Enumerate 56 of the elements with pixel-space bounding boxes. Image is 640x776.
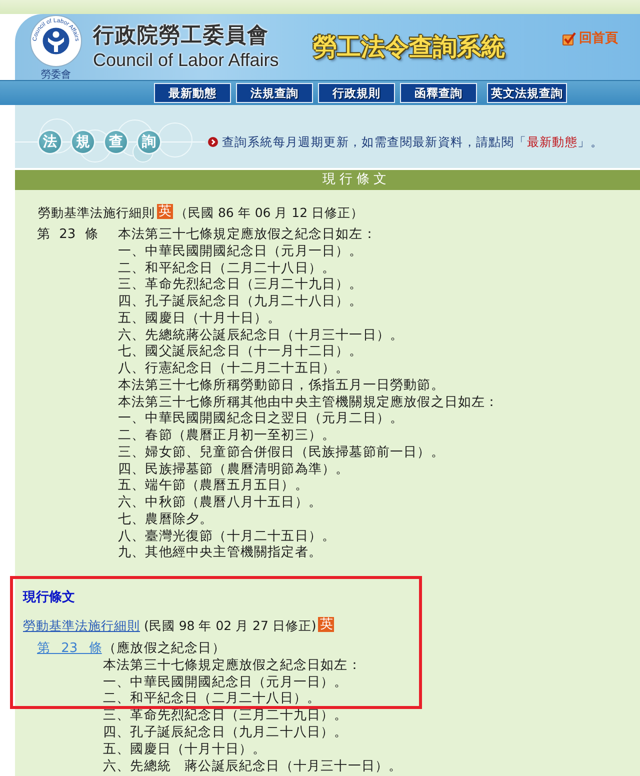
article-text-line: 五、國慶日（十月十日）。 — [118, 310, 282, 328]
article-text-line: 六、先總統 蔣公誕辰紀念日（十月三十一日）。 — [103, 758, 402, 776]
article-text-line: 八、臺灣光復節（十月二十五日）。 — [118, 528, 337, 545]
amendment-date: (民國 98 年 02 月 27 日修正) — [144, 617, 316, 634]
update-notice: 查詢系統每月週期更新，如需查閱最新資料，請點閱「最新動態」。 — [222, 134, 604, 150]
article-text-line: 四、孔子誕辰紀念日（九月二十八日）。 — [118, 294, 364, 311]
article-text-line: 本法第三十七條所稱勞動節日，係指五月一日勞動節。 — [118, 378, 446, 394]
nav-button[interactable]: 英文法規查詢 — [487, 83, 567, 103]
english-version-badge[interactable]: 英 — [318, 616, 334, 632]
article-number: 第 23 條 — [37, 227, 98, 242]
article-text-line: 六、先總統蔣公誕辰紀念日（十月三十一日）。 — [118, 328, 405, 344]
article-text-line: 三、革命先烈紀念日（三月二十九日）。 — [103, 708, 349, 725]
article-text-line: 二、春節（農曆正月初一至初三）。 — [118, 428, 337, 445]
nav-button[interactable]: 法規查詢 — [236, 83, 313, 103]
article-text-line: 八、行憲紀念日（十二月二十五日）。 — [118, 361, 350, 378]
heading-character-badge: 查 — [105, 131, 127, 153]
article-text-line: 六、中秋節（農曆八月十五日）。 — [118, 495, 323, 512]
amendment-date: （民國 86 年 06 月 12 日修正） — [175, 204, 364, 221]
latest-news-link[interactable]: 最新動態 — [526, 135, 578, 149]
article-text-line: 四、孔子誕辰紀念日（九月二十八日）。 — [103, 724, 349, 742]
system-title: 勞工法令查詢系統 — [312, 32, 505, 62]
regulation-title-link[interactable]: 勞動基準法施行細則 — [23, 617, 140, 634]
heading-character-badge: 詢 — [138, 131, 160, 153]
nav-button[interactable]: 最新動態 — [154, 83, 231, 103]
article-text-line: 本法第三十七條規定應放假之紀念日如左： — [118, 227, 378, 244]
article-text-line: 本法第三十七條所稱其他由中央主管機關規定應放假之日如左： — [118, 394, 499, 411]
org-name-english: Council of Labor Affairs — [93, 49, 279, 71]
article-text-line: 四、民族掃墓節（農曆清明節為準）。 — [118, 462, 350, 478]
article-text-line: 七、國父誕辰紀念日（十一月十二日）。 — [118, 344, 364, 361]
article-text-line: （應放假之紀念日） — [103, 641, 226, 658]
article-text-line: 一、中華民國開國紀念日（元月一日）。 — [103, 674, 349, 691]
heading-character-badge: 法 — [39, 131, 61, 153]
article-text-line: 一、中華民國開國紀念日（元月一日）。 — [118, 244, 364, 260]
nav-button[interactable]: 函釋查詢 — [400, 83, 477, 103]
article-text-line: 七、農曆除夕。 — [118, 512, 214, 528]
article-text-line: 五、國慶日（十月十日）。 — [103, 742, 268, 759]
article-text-line: 五、端午節（農曆五月五日）。 — [118, 478, 310, 495]
article-text-line: 本法第三十七條規定應放假之紀念日如左： — [103, 658, 362, 675]
regulation-title: 勞動基準法施行細則 — [38, 204, 155, 221]
article-text-line: 二、和平紀念日（二月二十八日）。 — [103, 691, 322, 708]
article-number-link[interactable]: 第 23 條 — [37, 641, 102, 656]
logo-emblem-icon — [30, 15, 82, 67]
english-version-badge[interactable]: 英 — [157, 204, 173, 218]
nav-button[interactable]: 行政規則 — [318, 83, 395, 103]
org-name: 行政院勞工委員會 — [93, 23, 270, 47]
section-heading: 現行條文 — [23, 589, 76, 606]
heading-character-badge: 規 — [72, 131, 94, 153]
logo-caption: 勞委會 — [41, 70, 71, 79]
article-text-line: 三、婦女節、兒童節合併假日（民族掃墓節前一日）。 — [118, 444, 446, 462]
article-text-line: 九、其他經中央主管機關指定者。 — [118, 545, 323, 562]
check-square-icon — [562, 32, 576, 46]
article-text-line: 二、和平紀念日（二月二十八日）。 — [118, 260, 337, 277]
article-text-line: 一、中華民國開國紀念日之翌日（元月二日）。 — [118, 411, 405, 428]
article-text-line: 三、革命先烈紀念日（三月二十九日）。 — [118, 277, 364, 294]
section-bar-title: 現行條文 — [322, 172, 390, 188]
chevron-circle-icon — [208, 137, 218, 147]
